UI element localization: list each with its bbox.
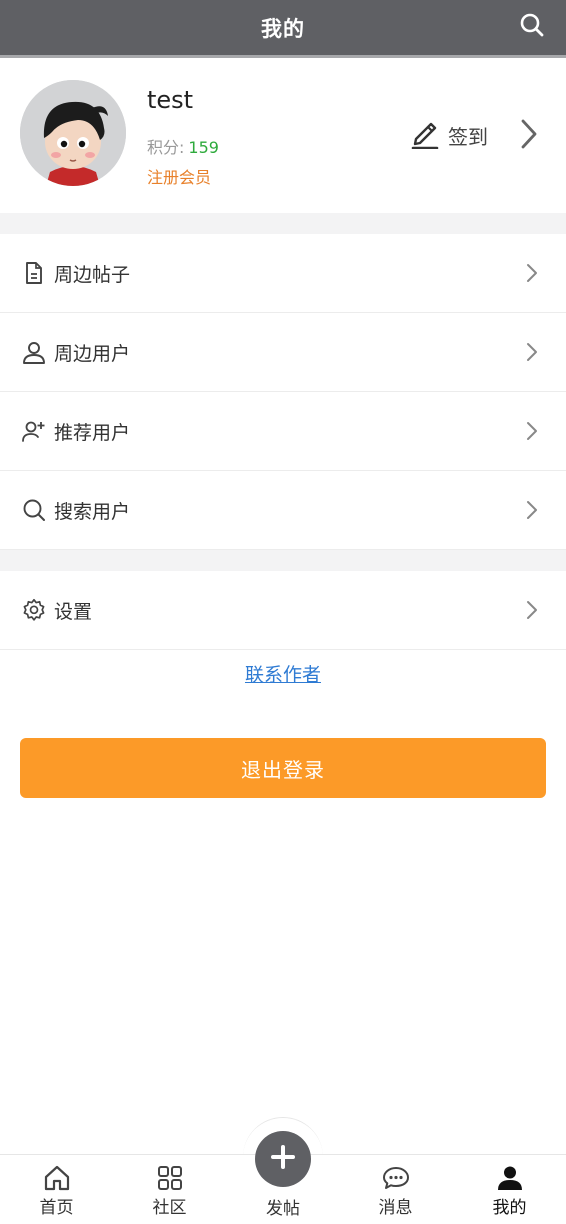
nav-item-community[interactable]: 社区 bbox=[113, 1155, 226, 1224]
page: 我的 test 积分: 159 注册会员 签到 周边帖子 周边用户 推荐用户 搜… bbox=[0, 0, 566, 1224]
chevron-right-icon bbox=[526, 263, 540, 283]
contact-author-link[interactable]: 联系作者 bbox=[0, 660, 566, 687]
grid-icon bbox=[156, 1165, 184, 1191]
page-title: 我的 bbox=[261, 16, 305, 41]
user-icon bbox=[22, 340, 46, 364]
nav-label: 我的 bbox=[492, 1198, 527, 1218]
menu-item-settings[interactable]: 设置 bbox=[0, 571, 566, 650]
menu-item-label: 设置 bbox=[54, 600, 93, 623]
gear-icon bbox=[22, 598, 46, 622]
member-level: 注册会员 bbox=[147, 168, 212, 187]
pencil-icon bbox=[410, 117, 440, 153]
logout-button[interactable]: 退出登录 bbox=[20, 738, 546, 798]
chevron-right-icon bbox=[526, 600, 540, 620]
nav-item-home[interactable]: 首页 bbox=[0, 1155, 113, 1224]
menu-item-label: 周边帖子 bbox=[54, 263, 131, 286]
chevron-right-icon bbox=[526, 342, 540, 362]
points-value: 159 bbox=[188, 138, 219, 157]
user-icon bbox=[496, 1165, 524, 1191]
menu-item-label: 周边用户 bbox=[54, 342, 131, 365]
search-icon[interactable] bbox=[518, 11, 546, 39]
home-icon bbox=[43, 1165, 71, 1191]
profile-card[interactable]: test 积分: 159 注册会员 签到 bbox=[0, 58, 566, 213]
menu-item-label: 推荐用户 bbox=[54, 421, 131, 444]
checkin-button[interactable]: 签到 bbox=[410, 118, 488, 152]
chevron-right-icon bbox=[526, 421, 540, 441]
points-row: 积分: 159 bbox=[147, 134, 219, 158]
chevron-right-icon[interactable] bbox=[520, 118, 538, 154]
menu-item-nearby-posts[interactable]: 周边帖子 bbox=[0, 234, 566, 313]
nav-label: 首页 bbox=[39, 1198, 74, 1218]
search-icon bbox=[22, 498, 46, 522]
document-icon bbox=[22, 261, 46, 285]
top-bar: 我的 bbox=[0, 0, 566, 58]
section-divider bbox=[0, 213, 566, 234]
nav-label: 社区 bbox=[152, 1198, 187, 1218]
points-label: 积分: bbox=[147, 138, 185, 157]
menu-item-label: 搜索用户 bbox=[54, 500, 131, 523]
avatar[interactable] bbox=[20, 80, 126, 186]
section-divider bbox=[0, 550, 566, 571]
menu-item-search-users[interactable]: 搜索用户 bbox=[0, 471, 566, 550]
plus-icon bbox=[270, 1144, 296, 1174]
nav-label-post[interactable]: 发帖 bbox=[233, 1194, 333, 1219]
message-icon bbox=[382, 1165, 410, 1191]
post-button[interactable] bbox=[255, 1131, 311, 1187]
nav-item-messages[interactable]: 消息 bbox=[339, 1155, 452, 1224]
menu-item-nearby-users[interactable]: 周边用户 bbox=[0, 313, 566, 392]
checkin-label: 签到 bbox=[448, 124, 488, 149]
nav-label: 消息 bbox=[378, 1198, 413, 1218]
nav-item-profile[interactable]: 我的 bbox=[453, 1155, 566, 1224]
user-plus-icon bbox=[22, 419, 46, 443]
menu-item-recommended-users[interactable]: 推荐用户 bbox=[0, 392, 566, 471]
chevron-right-icon bbox=[526, 500, 540, 520]
username: test bbox=[147, 86, 194, 114]
